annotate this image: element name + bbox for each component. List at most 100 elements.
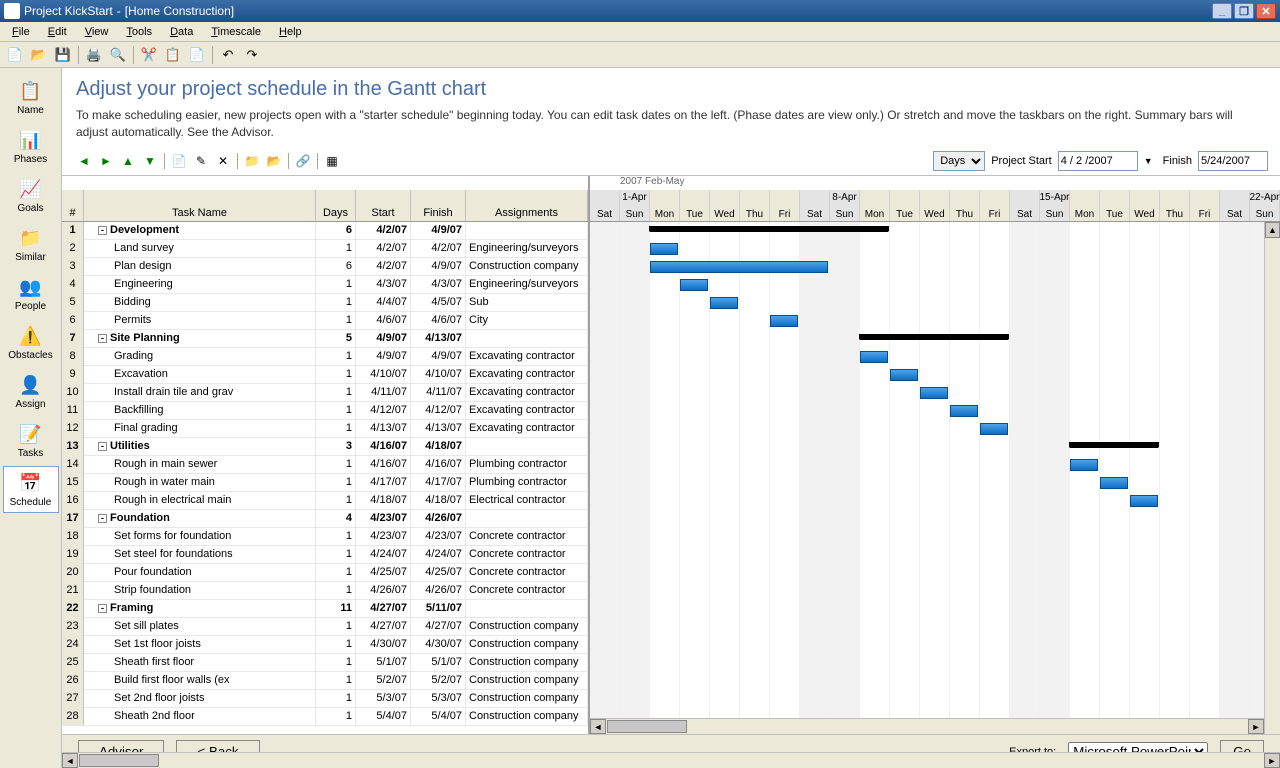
menu-timescale[interactable]: Timescale bbox=[203, 24, 269, 40]
task-table: # Task Name Days Start Finish Assignment… bbox=[62, 176, 590, 734]
col-assign: Assignments bbox=[466, 190, 588, 221]
expand-icon[interactable]: - bbox=[98, 604, 107, 613]
task-row[interactable]: 16Rough in electrical main14/18/074/18/0… bbox=[62, 492, 588, 510]
menu-data[interactable]: Data bbox=[162, 24, 201, 40]
edit-icon[interactable]: ✎ bbox=[191, 151, 211, 171]
task-row[interactable]: 23Set sill plates14/27/074/27/07Construc… bbox=[62, 618, 588, 636]
task-bar[interactable] bbox=[980, 423, 1008, 435]
sidebar-name[interactable]: 📋Name bbox=[3, 74, 59, 121]
task-row[interactable]: 3Plan design64/2/074/9/07Construction co… bbox=[62, 258, 588, 276]
sidebar-people[interactable]: 👥People bbox=[3, 270, 59, 317]
gantt-row bbox=[590, 312, 1280, 330]
finish-input[interactable] bbox=[1198, 151, 1268, 171]
menu-tools[interactable]: Tools bbox=[118, 24, 160, 40]
delete-icon[interactable]: ✕ bbox=[213, 151, 233, 171]
task-bar[interactable] bbox=[890, 369, 918, 381]
summary-bar[interactable] bbox=[1070, 442, 1158, 448]
task-row[interactable]: 6Permits14/6/074/6/07City bbox=[62, 312, 588, 330]
sidebar-phases[interactable]: 📊Phases bbox=[3, 123, 59, 170]
project-start-input[interactable] bbox=[1058, 151, 1138, 171]
arrow-left-icon[interactable]: ◄ bbox=[74, 151, 94, 171]
arrow-right-icon[interactable]: ► bbox=[96, 151, 116, 171]
sidebar-schedule[interactable]: 📅Schedule bbox=[3, 466, 59, 513]
units-select[interactable]: Days bbox=[933, 151, 985, 171]
chart-hscroll[interactable]: ◄► bbox=[590, 718, 1264, 734]
task-bar[interactable] bbox=[680, 279, 708, 291]
task-row[interactable]: 26Build first floor walls (ex15/2/075/2/… bbox=[62, 672, 588, 690]
task-row[interactable]: 22-Framing114/27/075/11/07 bbox=[62, 600, 588, 618]
menu-file[interactable]: File bbox=[4, 24, 38, 40]
menu-edit[interactable]: Edit bbox=[40, 24, 75, 40]
task-row[interactable]: 20Pour foundation14/25/074/25/07Concrete… bbox=[62, 564, 588, 582]
task-row[interactable]: 12Final grading14/13/074/13/07Excavating… bbox=[62, 420, 588, 438]
task-bar[interactable] bbox=[950, 405, 978, 417]
preview-icon[interactable]: 🔍 bbox=[107, 44, 129, 66]
expand-icon[interactable]: - bbox=[98, 226, 107, 235]
task-bar[interactable] bbox=[770, 315, 798, 327]
task-row[interactable]: 13-Utilities34/16/074/18/07 bbox=[62, 438, 588, 456]
folder2-icon[interactable]: 📂 bbox=[264, 151, 284, 171]
task-row[interactable]: 27Set 2nd floor joists15/3/075/3/07Const… bbox=[62, 690, 588, 708]
task-row[interactable]: 15Rough in water main14/17/074/17/07Plum… bbox=[62, 474, 588, 492]
redo-icon[interactable]: ↷ bbox=[241, 44, 263, 66]
sidebar-tasks[interactable]: 📝Tasks bbox=[3, 417, 59, 464]
chart-vscroll[interactable]: ▲ bbox=[1264, 222, 1280, 734]
task-bar[interactable] bbox=[920, 387, 948, 399]
task-bar[interactable] bbox=[860, 351, 888, 363]
task-row[interactable]: 7-Site Planning54/9/074/13/07 bbox=[62, 330, 588, 348]
new-icon[interactable]: 📄 bbox=[4, 44, 26, 66]
menu-help[interactable]: Help bbox=[271, 24, 310, 40]
minimize-button[interactable]: _ bbox=[1212, 3, 1232, 19]
arrow-up-icon[interactable]: ▲ bbox=[118, 151, 138, 171]
task-row[interactable]: 21Strip foundation14/26/074/26/07Concret… bbox=[62, 582, 588, 600]
maximize-button[interactable]: ❐ bbox=[1234, 3, 1254, 19]
arrow-down-icon[interactable]: ▼ bbox=[140, 151, 160, 171]
task-row[interactable]: 14Rough in main sewer14/16/074/16/07Plum… bbox=[62, 456, 588, 474]
sidebar-similar[interactable]: 📁Similar bbox=[3, 221, 59, 268]
task-bar[interactable] bbox=[650, 243, 678, 255]
task-row[interactable]: 25Sheath first floor15/1/075/1/07Constru… bbox=[62, 654, 588, 672]
menu-view[interactable]: View bbox=[77, 24, 117, 40]
expand-icon[interactable]: - bbox=[98, 442, 107, 451]
task-row[interactable]: 1-Development64/2/074/9/07 bbox=[62, 222, 588, 240]
paste-icon[interactable]: 📄 bbox=[186, 44, 208, 66]
sidebar-assign[interactable]: 👤Assign bbox=[3, 368, 59, 415]
expand-icon[interactable]: - bbox=[98, 514, 107, 523]
task-row[interactable]: 11Backfilling14/12/074/12/07Excavating c… bbox=[62, 402, 588, 420]
task-row[interactable]: 8Grading14/9/074/9/07Excavating contract… bbox=[62, 348, 588, 366]
link-icon[interactable]: 🔗 bbox=[293, 151, 313, 171]
cut-icon[interactable]: ✂️ bbox=[138, 44, 160, 66]
insert-icon[interactable]: 📄 bbox=[169, 151, 189, 171]
copy-icon[interactable]: 📋 bbox=[162, 44, 184, 66]
task-bar[interactable] bbox=[1100, 477, 1128, 489]
undo-icon[interactable]: ↶ bbox=[217, 44, 239, 66]
sidebar-obstacles[interactable]: ⚠️Obstacles bbox=[3, 319, 59, 366]
close-button[interactable]: ✕ bbox=[1256, 3, 1276, 19]
expand-icon[interactable]: - bbox=[98, 334, 107, 343]
grid-icon[interactable]: ▦ bbox=[322, 151, 342, 171]
task-row[interactable]: 18Set forms for foundation14/23/074/23/0… bbox=[62, 528, 588, 546]
task-row[interactable]: 19Set steel for foundations14/24/074/24/… bbox=[62, 546, 588, 564]
print-icon[interactable]: 🖨️ bbox=[83, 44, 105, 66]
gantt-chart: 2007 Feb-May Sat1-AprSunMonTueWedThuFriS… bbox=[590, 176, 1280, 734]
save-icon[interactable]: 💾 bbox=[52, 44, 74, 66]
gantt-row bbox=[590, 510, 1280, 528]
gantt-row bbox=[590, 384, 1280, 402]
summary-bar[interactable] bbox=[860, 334, 1008, 340]
task-row[interactable]: 5Bidding14/4/074/5/07Sub bbox=[62, 294, 588, 312]
folder-icon[interactable]: 📁 bbox=[242, 151, 262, 171]
task-bar[interactable] bbox=[710, 297, 738, 309]
sidebar-goals[interactable]: 📈Goals bbox=[3, 172, 59, 219]
summary-bar[interactable] bbox=[650, 226, 888, 232]
task-row[interactable]: 4Engineering14/3/074/3/07Engineering/sur… bbox=[62, 276, 588, 294]
task-row[interactable]: 28Sheath 2nd floor15/4/075/4/07Construct… bbox=[62, 708, 588, 726]
task-bar[interactable] bbox=[1070, 459, 1098, 471]
task-row[interactable]: 9Excavation14/10/074/10/07Excavating con… bbox=[62, 366, 588, 384]
task-bar[interactable] bbox=[650, 261, 828, 273]
task-row[interactable]: 24Set 1st floor joists14/30/074/30/07Con… bbox=[62, 636, 588, 654]
open-icon[interactable]: 📂 bbox=[28, 44, 50, 66]
task-bar[interactable] bbox=[1130, 495, 1158, 507]
task-row[interactable]: 10Install drain tile and grav14/11/074/1… bbox=[62, 384, 588, 402]
task-row[interactable]: 17-Foundation44/23/074/26/07 bbox=[62, 510, 588, 528]
task-row[interactable]: 2Land survey14/2/074/2/07Engineering/sur… bbox=[62, 240, 588, 258]
